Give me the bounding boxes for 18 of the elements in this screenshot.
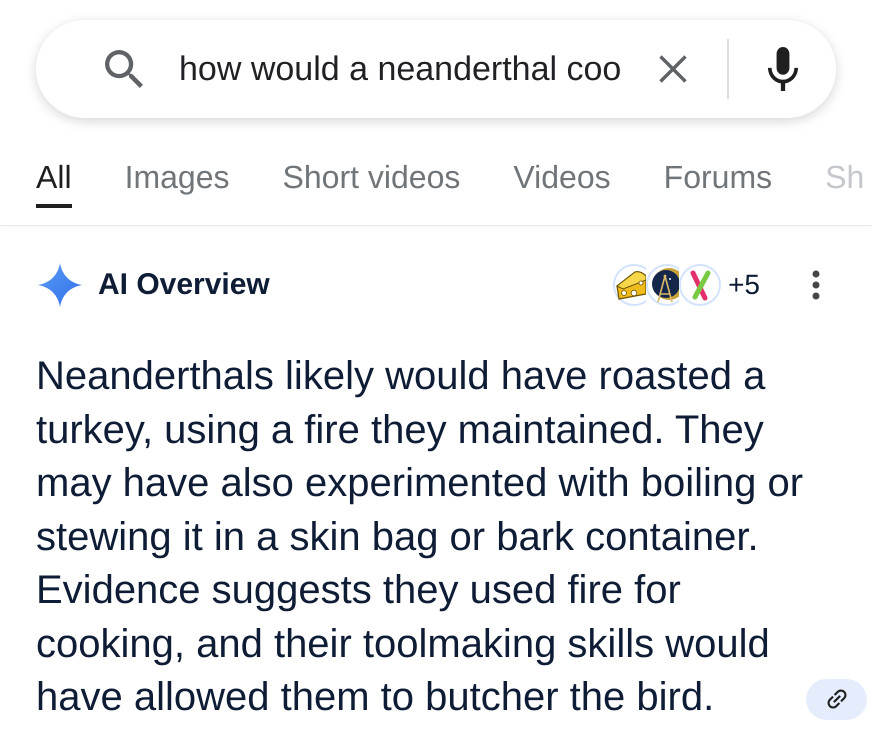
tab[interactable]: Short videos: [282, 140, 460, 208]
microphone-icon: [768, 47, 798, 91]
source-count[interactable]: +5: [728, 268, 760, 302]
cross-logo-icon[interactable]: [679, 264, 722, 306]
overview-text: Neanderthals likely would have roasted a turkey, using a fire they maintained. They may have also experimented with boiling or stewing it in a skin bag or bark container. Evidence suggests they used fire for cooking, and their toolmaking skills would have allowed them to butcher the bird.: [36, 354, 804, 719]
search-bar[interactable]: how would a neanderthal coo: [36, 20, 836, 118]
more-icon: [812, 270, 820, 300]
overview-title: AI Overview: [98, 267, 270, 303]
tab[interactable]: Forums: [664, 140, 772, 208]
tab[interactable]: Videos: [513, 140, 611, 208]
sparkle-icon: [38, 263, 82, 307]
close-icon: [658, 54, 688, 84]
search-field[interactable]: how would a neanderthal coo: [179, 47, 653, 91]
tab[interactable]: Images: [124, 140, 230, 208]
search-icon: [105, 50, 143, 88]
tab[interactable]: All: [36, 140, 72, 208]
source-link-button[interactable]: [806, 678, 868, 720]
link-icon: [826, 689, 847, 710]
